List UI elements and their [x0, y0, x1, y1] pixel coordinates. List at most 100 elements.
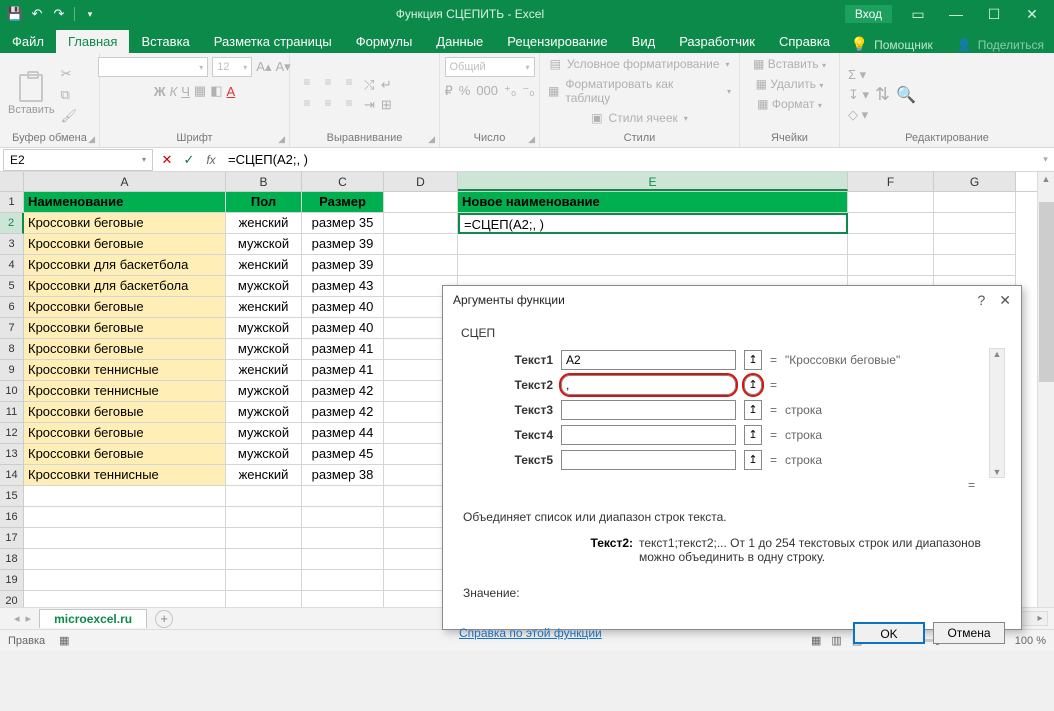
ribbon-tab[interactable]: Данные — [424, 30, 495, 53]
align-bottom-icon[interactable]: ≡ — [340, 75, 358, 93]
cell[interactable]: =СЦЕП(A2;, ) — [458, 213, 848, 234]
autosum-icon[interactable]: Σ ▾ — [848, 67, 869, 83]
cell[interactable] — [226, 591, 302, 607]
row-header[interactable]: 5 — [0, 276, 24, 297]
fill-color-icon[interactable]: ◧ — [210, 83, 222, 99]
cell[interactable]: Кроссовки беговые — [24, 402, 226, 423]
cell[interactable]: мужской — [226, 444, 302, 465]
cell[interactable]: размер 42 — [302, 381, 384, 402]
ribbon-tab[interactable]: Файл — [0, 30, 56, 53]
qat-dropdown-icon[interactable]: ▾ — [83, 7, 97, 21]
dialog-launcher-icon[interactable]: ◢ — [278, 134, 285, 145]
cell[interactable]: мужской — [226, 318, 302, 339]
ribbon-tab[interactable]: Разработчик — [667, 30, 767, 53]
cell[interactable]: женский — [226, 297, 302, 318]
cell[interactable]: Кроссовки теннисные — [24, 381, 226, 402]
cell[interactable]: размер 38 — [302, 465, 384, 486]
row-header[interactable]: 17 — [0, 528, 24, 549]
arg-input[interactable] — [561, 450, 736, 470]
cell[interactable]: Кроссовки беговые — [24, 423, 226, 444]
arg-input[interactable]: A2 — [561, 350, 736, 370]
share-label[interactable]: Поделиться — [978, 38, 1044, 52]
format-as-table-button[interactable]: ▦Форматировать как таблицу▾ — [548, 77, 731, 105]
ribbon-opts-icon[interactable]: ▭ — [906, 6, 930, 23]
sheet-tab[interactable]: microexcel.ru — [39, 609, 147, 628]
conditional-formatting-button[interactable]: ▤Условное форматирование▾ — [549, 57, 729, 71]
cell[interactable]: Кроссовки беговые — [24, 234, 226, 255]
cell[interactable]: Кроссовки теннисные — [24, 360, 226, 381]
expand-formula-icon[interactable]: ▾ — [1037, 154, 1054, 165]
cell[interactable] — [302, 591, 384, 607]
row-header[interactable]: 4 — [0, 255, 24, 276]
dialog-help-icon[interactable]: ? — [977, 292, 985, 309]
cell[interactable] — [848, 192, 934, 213]
clear-icon[interactable]: ◇ ▾ — [848, 107, 869, 123]
cell[interactable]: Кроссовки беговые — [24, 297, 226, 318]
cell[interactable]: размер 42 — [302, 402, 384, 423]
cell[interactable] — [934, 234, 1016, 255]
cut-icon[interactable]: ✂ — [61, 66, 78, 82]
cell[interactable]: размер 35 — [302, 213, 384, 234]
row-header[interactable]: 19 — [0, 570, 24, 591]
macro-rec-icon[interactable]: ▦ — [59, 634, 69, 647]
cancel-formula-icon[interactable]: ✕ — [156, 152, 178, 168]
cell[interactable]: Новое наименование — [458, 192, 848, 213]
cell[interactable] — [24, 570, 226, 591]
cell[interactable]: размер 45 — [302, 444, 384, 465]
cell[interactable] — [302, 549, 384, 570]
cell[interactable]: размер 41 — [302, 360, 384, 381]
row-header[interactable]: 6 — [0, 297, 24, 318]
formula-input[interactable]: =СЦЕП(A2;, ) — [222, 148, 1037, 171]
arg-input[interactable] — [561, 400, 736, 420]
undo-icon[interactable]: ↶ — [30, 7, 44, 21]
column-header[interactable]: E — [458, 172, 848, 191]
cell[interactable] — [302, 486, 384, 507]
format-cells-button[interactable]: ▦ Формат ▾ — [757, 97, 822, 111]
cell[interactable]: мужской — [226, 234, 302, 255]
merge-icon[interactable]: ⊞ — [381, 97, 392, 113]
tell-me-label[interactable]: Помощник — [874, 38, 933, 52]
cell[interactable] — [226, 486, 302, 507]
cell[interactable] — [848, 213, 934, 234]
cell[interactable]: размер 44 — [302, 423, 384, 444]
cell[interactable] — [24, 507, 226, 528]
align-top-icon[interactable]: ≡ — [298, 75, 316, 93]
ribbon-tab[interactable]: Главная — [56, 30, 129, 53]
row-header[interactable]: 18 — [0, 549, 24, 570]
cell[interactable]: мужской — [226, 381, 302, 402]
insert-cells-button[interactable]: ▦ Вставить ▾ — [753, 57, 826, 71]
save-icon[interactable]: 💾 — [8, 7, 22, 21]
collapse-dialog-icon[interactable]: ↥ — [744, 425, 762, 445]
wrap-text-icon[interactable]: ↵ — [381, 77, 392, 93]
cell[interactable]: мужской — [226, 402, 302, 423]
cell[interactable]: Пол — [226, 192, 302, 213]
cell[interactable] — [384, 234, 458, 255]
cell[interactable] — [24, 486, 226, 507]
arg-input[interactable] — [561, 425, 736, 445]
dec-dec-icon[interactable]: ⁻₀ — [522, 83, 534, 99]
row-header[interactable]: 2 — [0, 213, 24, 234]
cell[interactable] — [24, 591, 226, 607]
cell[interactable] — [226, 549, 302, 570]
cell[interactable] — [458, 255, 848, 276]
row-header[interactable]: 12 — [0, 423, 24, 444]
select-all[interactable] — [0, 172, 24, 191]
fx-icon[interactable]: fx — [200, 153, 222, 167]
find-select-icon[interactable]: 🔍 — [896, 85, 916, 105]
column-header[interactable]: G — [934, 172, 1016, 191]
cell[interactable]: размер 41 — [302, 339, 384, 360]
align-center-icon[interactable]: ≡ — [319, 96, 337, 114]
cell[interactable]: Кроссовки беговые — [24, 339, 226, 360]
cell[interactable]: размер 40 — [302, 297, 384, 318]
row-header[interactable]: 14 — [0, 465, 24, 486]
ribbon-tab[interactable]: Разметка страницы — [202, 30, 344, 53]
dialog-launcher-icon[interactable]: ◢ — [428, 134, 435, 145]
cell[interactable] — [302, 570, 384, 591]
ribbon-tab[interactable]: Вставка — [129, 30, 201, 53]
bold-button[interactable]: Ж — [154, 84, 166, 99]
delete-cells-button[interactable]: ▦ Удалить ▾ — [756, 77, 824, 91]
cell[interactable]: Кроссовки беговые — [24, 444, 226, 465]
arg-input[interactable]: , — [561, 375, 736, 395]
login-button[interactable]: Вход — [845, 5, 892, 23]
number-format-select[interactable]: Общий▾ — [445, 57, 535, 77]
